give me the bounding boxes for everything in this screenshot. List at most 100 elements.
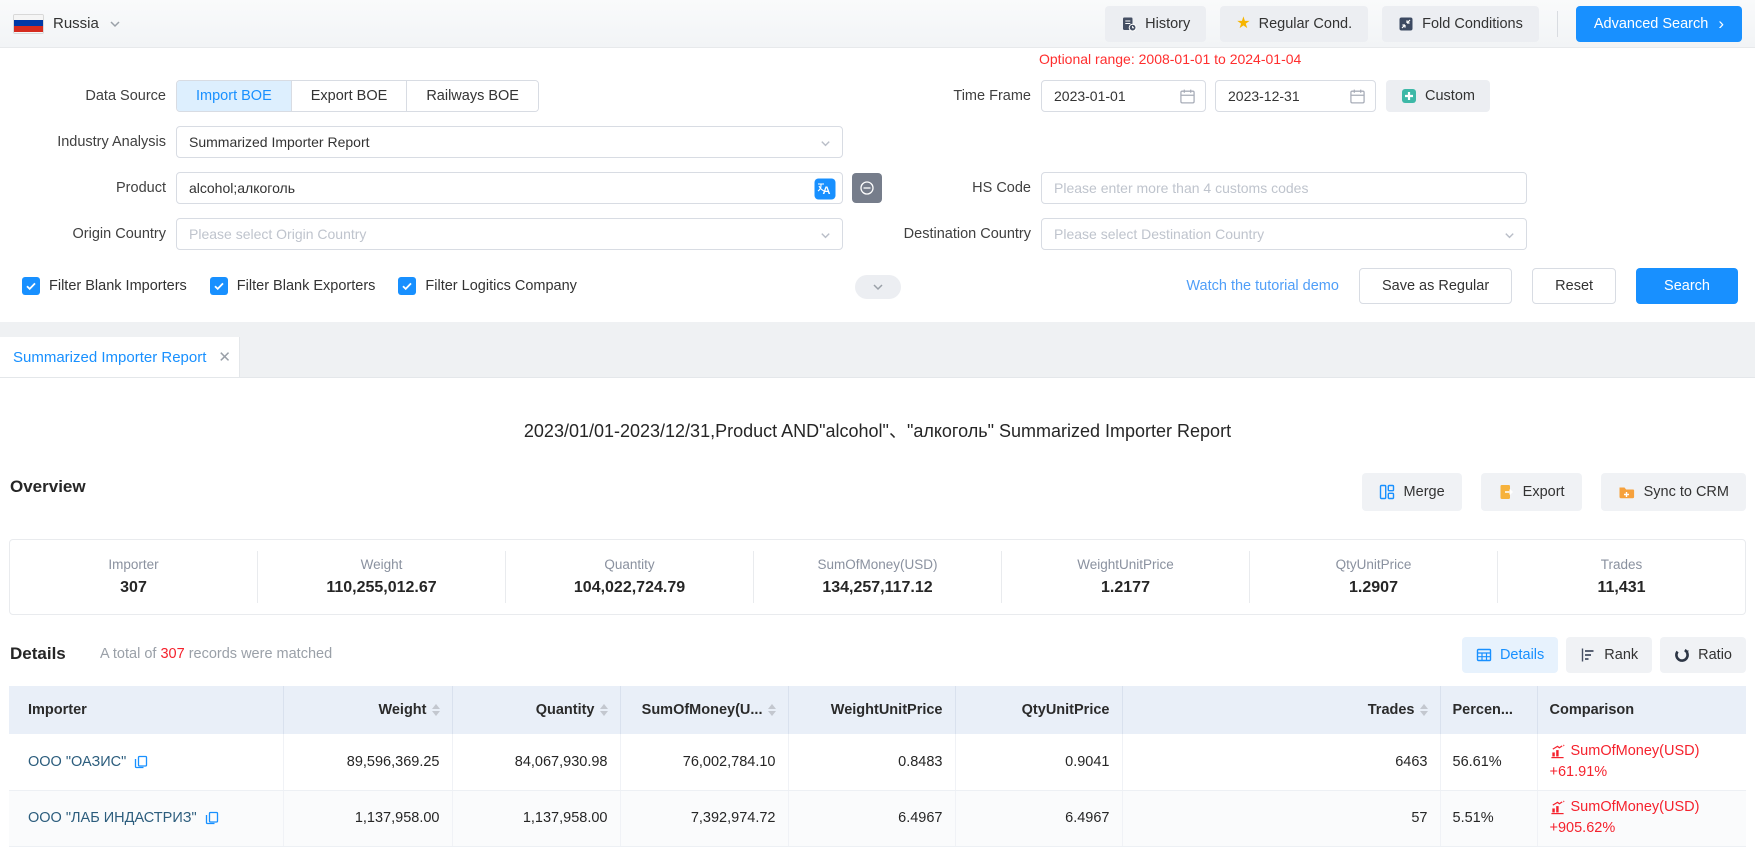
- comparison-metric[interactable]: SumOfMoney(USD): [1571, 797, 1700, 818]
- calendar-icon[interactable]: [1349, 88, 1366, 105]
- time-start-field: [1041, 80, 1206, 112]
- tab-export-boe[interactable]: Export BOE: [292, 81, 408, 111]
- checkbox-filter-logitics-company[interactable]: Filter Logitics Company: [398, 277, 577, 295]
- col-trades[interactable]: Trades: [1122, 686, 1440, 734]
- origin-country-select[interactable]: Please select Origin Country: [176, 218, 843, 250]
- regular-cond-button[interactable]: ★ Regular Cond.: [1220, 6, 1368, 42]
- quantity-cell: 84,067,930.98: [452, 734, 620, 790]
- quantity-cell: 1,137,958.00: [452, 790, 620, 846]
- checkbox-checked-icon: [398, 277, 416, 295]
- stat-sum-of-money: SumOfMoney(USD)134,257,117.12: [753, 551, 1001, 603]
- importer-name-link[interactable]: ООО "ЛАБ ИНДАСТРИЗ": [28, 810, 197, 826]
- advanced-search-button[interactable]: Advanced Search ›: [1576, 6, 1742, 42]
- translate-icon[interactable]: A: [814, 178, 836, 200]
- view-rank-label: Rank: [1604, 647, 1638, 663]
- fold-conditions-button[interactable]: Fold Conditions: [1382, 6, 1539, 42]
- trades-cell: 6463: [1122, 734, 1440, 790]
- stat-weight: Weight110,255,012.67: [257, 551, 505, 603]
- overview-actions: Merge Export Sync to CRM: [1362, 473, 1746, 511]
- reset-button[interactable]: Reset: [1532, 268, 1616, 304]
- checkbox-label: Filter Logitics Company: [425, 278, 577, 294]
- advanced-search-label: Advanced Search: [1594, 16, 1708, 32]
- checkbox-checked-icon: [210, 277, 228, 295]
- sync-crm-icon: [1618, 484, 1635, 500]
- importer-name-link[interactable]: ООО "ОАЗИС": [28, 754, 126, 770]
- comparison-metric[interactable]: SumOfMoney(USD): [1571, 741, 1700, 762]
- view-ratio-button[interactable]: Ratio: [1660, 637, 1746, 673]
- tab-title: Summarized Importer Report: [13, 349, 206, 366]
- details-table: Importer Weight Quantity SumOfMoney(U...…: [9, 686, 1746, 847]
- sum-cell: 76,002,784.10: [620, 734, 788, 790]
- arrow-right-icon: ›: [1718, 15, 1724, 32]
- comparison-cell: SumOfMoney(USD) +61.91%: [1537, 734, 1746, 790]
- tutorial-link[interactable]: Watch the tutorial demo: [1186, 278, 1339, 294]
- col-sum-of-money[interactable]: SumOfMoney(U...: [620, 686, 788, 734]
- comparison-change: +905.62%: [1550, 818, 1735, 839]
- country-selector[interactable]: Russia: [13, 14, 122, 34]
- details-subtitle: A total of 307 records were matched: [100, 646, 332, 662]
- trend-chart-icon: [1550, 744, 1565, 759]
- tab-summarized-importer-report[interactable]: Summarized Importer Report ✕: [0, 337, 240, 377]
- sum-cell: 7,392,974.72: [620, 790, 788, 846]
- destination-country-placeholder: Please select Destination Country: [1054, 226, 1264, 242]
- checkbox-filter-blank-exporters[interactable]: Filter Blank Exporters: [210, 277, 376, 295]
- table-row: ООО "ОАЗИС" 89,596,369.25 84,067,930.98 …: [9, 734, 1746, 790]
- product-input[interactable]: [177, 173, 842, 203]
- custom-range-button[interactable]: Custom: [1386, 80, 1490, 112]
- calendar-icon[interactable]: [1179, 88, 1196, 105]
- col-weight[interactable]: Weight: [283, 686, 452, 734]
- col-quantity[interactable]: Quantity: [452, 686, 620, 734]
- stat-importer: Importer307: [10, 551, 257, 603]
- close-icon[interactable]: ✕: [218, 350, 231, 365]
- view-details-button[interactable]: Details: [1462, 637, 1558, 673]
- merge-label: Merge: [1404, 484, 1445, 500]
- weight-unit-price-cell: 0.8483: [788, 734, 955, 790]
- tab-railways-boe[interactable]: Railways BOE: [407, 81, 538, 111]
- merge-button[interactable]: Merge: [1362, 473, 1462, 511]
- qty-unit-price-cell: 6.4967: [955, 790, 1122, 846]
- sort-icon[interactable]: [768, 704, 776, 716]
- time-end-field: [1215, 80, 1376, 112]
- percent-cell: 5.51%: [1440, 790, 1537, 846]
- checkbox-filter-blank-importers[interactable]: Filter Blank Importers: [22, 277, 187, 295]
- copy-icon[interactable]: [205, 811, 219, 825]
- industry-analysis-select[interactable]: Summarized Importer Report: [176, 126, 843, 158]
- weight-cell: 1,137,958.00: [283, 790, 452, 846]
- stat-weight-unit-price: WeightUnitPrice1.2177: [1001, 551, 1249, 603]
- search-button[interactable]: Search: [1636, 268, 1738, 304]
- russia-flag-icon: [13, 14, 44, 34]
- copy-icon[interactable]: [134, 755, 148, 769]
- sort-icon[interactable]: [1420, 704, 1428, 716]
- data-source-tabs: Import BOE Export BOE Railways BOE: [176, 80, 539, 112]
- ratio-icon: [1674, 647, 1690, 663]
- regular-cond-label: Regular Cond.: [1259, 16, 1353, 32]
- checkbox-checked-icon: [22, 277, 40, 295]
- save-as-regular-button[interactable]: Save as Regular: [1359, 268, 1512, 304]
- hs-code-input[interactable]: [1042, 173, 1526, 203]
- industry-analysis-label: Industry Analysis: [0, 126, 166, 158]
- export-button[interactable]: Export: [1481, 473, 1582, 511]
- sort-icon[interactable]: [432, 704, 440, 716]
- chevron-down-icon: [819, 137, 832, 150]
- result-tabstrip: Summarized Importer Report ✕: [0, 322, 1755, 378]
- custom-label: Custom: [1425, 88, 1475, 104]
- col-comparison: Comparison: [1537, 686, 1746, 734]
- destination-country-select[interactable]: Please select Destination Country: [1041, 218, 1527, 250]
- view-rank-button[interactable]: Rank: [1566, 637, 1652, 673]
- stat-qty-unit-price: QtyUnitPrice1.2907: [1249, 551, 1497, 603]
- row-countries: Origin Country Please select Origin Coun…: [0, 218, 1755, 250]
- sync-to-crm-button[interactable]: Sync to CRM: [1601, 473, 1746, 511]
- page: Russia History ★ Regular Cond. Fold Cond…: [0, 0, 1755, 848]
- destination-country-label: Destination Country: [861, 218, 1031, 250]
- product-label: Product: [0, 172, 166, 204]
- data-source-label: Data Source: [0, 80, 166, 112]
- tab-import-boe[interactable]: Import BOE: [177, 81, 292, 111]
- sort-icon[interactable]: [600, 704, 608, 716]
- details-heading: Details: [10, 644, 66, 664]
- origin-country-placeholder: Please select Origin Country: [189, 226, 366, 242]
- history-button[interactable]: History: [1105, 6, 1206, 42]
- form-actions: Watch the tutorial demo Save as Regular …: [1186, 268, 1738, 304]
- total-prefix: A total of: [100, 646, 156, 662]
- collapse-conditions-button[interactable]: [855, 275, 901, 299]
- comparison-change: +61.91%: [1550, 762, 1735, 783]
